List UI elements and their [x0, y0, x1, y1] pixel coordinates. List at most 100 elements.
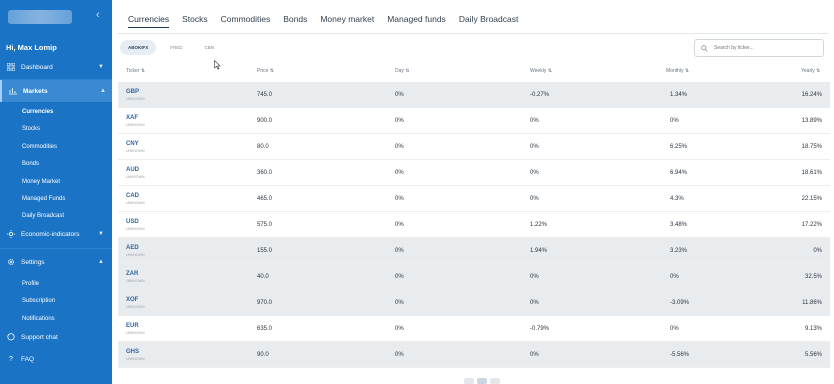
- sidebar-item-label: FAQ: [21, 355, 35, 363]
- search-field[interactable]: [694, 39, 824, 57]
- ticker-cell[interactable]: AED: [126, 245, 139, 251]
- sidebar-subitem-daily-broadcast[interactable]: Daily Broadcast: [22, 213, 64, 219]
- tabs-divider: [118, 33, 828, 34]
- tab-stocks[interactable]: Stocks: [182, 14, 208, 28]
- ticker-cell[interactable]: XOF: [126, 297, 138, 303]
- yearly-cell: 5.56%: [804, 352, 822, 358]
- ticker-cell[interactable]: GHS: [126, 349, 139, 355]
- table-row[interactable]: XAF UNKNOWN 900.0 0% 0% 0% 13.89%: [118, 108, 830, 134]
- column-header-ticker[interactable]: Ticker ⇅: [126, 68, 145, 74]
- sidebar-item-markets[interactable]: Markets ▲: [0, 80, 114, 102]
- column-header-day[interactable]: Day ⇅: [395, 68, 410, 74]
- weekly-cell: 0%: [530, 274, 539, 280]
- sidebar-item-dashboard[interactable]: Dashboard ▼: [0, 56, 112, 78]
- ticker-cell[interactable]: EUR: [126, 323, 139, 329]
- app-logo[interactable]: [8, 10, 72, 24]
- sun-icon: [7, 230, 15, 238]
- sidebar-subitem-managed-funds[interactable]: Managed Funds: [22, 196, 65, 202]
- day-cell: 0%: [395, 352, 404, 358]
- table-row[interactable]: USD UNKNOWN 575.0 0% 1.22% 3.48% 17.22%: [118, 212, 830, 238]
- sidebar-item-economic-indicators[interactable]: Economic-indicators ▼: [0, 223, 112, 245]
- pagination-button[interactable]: [490, 378, 500, 384]
- table-row[interactable]: GHS UNKNOWN 90.0 0% 0% -5.56% 5.56%: [118, 342, 830, 368]
- pagination-button[interactable]: [464, 378, 474, 384]
- ticker-subtitle: UNKNOWN: [126, 331, 145, 335]
- search-input[interactable]: [712, 44, 816, 52]
- tab-currencies[interactable]: Currencies: [128, 14, 170, 28]
- tab-commodities[interactable]: Commodities: [221, 14, 271, 28]
- table-row[interactable]: XOF UNKNOWN 970.0 0% 0% -3.09% 11.86%: [118, 290, 830, 316]
- table-row[interactable]: GBP UNKNOWN 745.0 0% -0.27% 1.34% 16.24%: [118, 82, 830, 108]
- sidebar: ‹ Hi, Max Lomip Dashboard ▼ Markets ▲ Cu…: [0, 0, 114, 384]
- sidebar-item-faq[interactable]: ? FAQ: [0, 348, 112, 370]
- sidebar-subitem-bonds[interactable]: Bonds: [22, 161, 39, 167]
- chat-icon: [7, 333, 15, 341]
- table-row[interactable]: CNY UNKNOWN 80.0 0% 0% 6.25% 18.75%: [118, 134, 830, 160]
- day-cell: 0%: [395, 274, 404, 280]
- ticker-cell[interactable]: AUD: [126, 167, 139, 173]
- weekly-cell: 0%: [530, 170, 539, 176]
- price-cell: 635.0: [257, 326, 273, 332]
- column-header-monthly[interactable]: Monthly ⇅: [666, 68, 689, 74]
- day-cell: 0%: [395, 144, 404, 150]
- sidebar-subitem-profile[interactable]: Profile: [22, 281, 39, 287]
- tab-managed-funds[interactable]: Managed funds: [387, 14, 446, 28]
- weekly-cell: 0%: [530, 196, 539, 202]
- monthly-cell: 0%: [670, 274, 679, 280]
- monthly-cell: 4.3%: [670, 196, 684, 202]
- table-row[interactable]: ZAR UNKNOWN 40.0 0% 0% 0% 32.5%: [118, 264, 830, 290]
- ticker-subtitle: UNKNOWN: [126, 357, 145, 361]
- column-header-yearly[interactable]: Yearly ⇅: [801, 68, 820, 74]
- price-cell: 575.0: [257, 222, 273, 228]
- collapse-sidebar-icon[interactable]: ‹: [96, 9, 100, 21]
- table-row[interactable]: AUD UNKNOWN 360.0 0% 0% 6.94% 18.61%: [118, 160, 830, 186]
- ticker-cell[interactable]: USD: [126, 219, 139, 225]
- ticker-subtitle: UNKNOWN: [126, 305, 145, 309]
- source-abokifx[interactable]: ABOKIFX: [120, 40, 157, 55]
- day-cell: 0%: [395, 170, 404, 176]
- table-row[interactable]: AED UNKNOWN 155.0 0% 1.94% 3.23% 0%: [118, 238, 830, 264]
- column-header-weekly[interactable]: Weekly ⇅: [530, 68, 552, 74]
- sidebar-item-label: Support chat: [21, 333, 58, 341]
- day-cell: 0%: [395, 248, 404, 254]
- tab-money-market[interactable]: Money market: [320, 14, 374, 28]
- ticker-cell[interactable]: GBP: [126, 89, 139, 95]
- pagination-button-active[interactable]: [477, 378, 487, 384]
- sidebar-item-label: Economic-indicators: [21, 230, 80, 238]
- table-row[interactable]: EUR UNKNOWN 635.0 0% -0.79% 0% 9.13%: [118, 316, 830, 342]
- yearly-cell: 16.24%: [801, 92, 822, 98]
- sidebar-subitem-subscription[interactable]: Subscription: [22, 298, 55, 304]
- sidebar-subitem-commodities[interactable]: Commodities: [22, 144, 57, 150]
- sidebar-subitem-notifications[interactable]: Notifications: [22, 316, 55, 322]
- monthly-cell: 0%: [670, 326, 679, 332]
- ticker-cell[interactable]: XAF: [126, 115, 138, 121]
- tab-daily-broadcast[interactable]: Daily Broadcast: [459, 14, 519, 28]
- weekly-cell: 0%: [530, 118, 539, 124]
- sidebar-subitem-money-market[interactable]: Money Market: [22, 179, 60, 185]
- sidebar-subitem-currencies[interactable]: Currencies: [22, 109, 53, 115]
- tab-bonds[interactable]: Bonds: [283, 14, 307, 28]
- monthly-cell: 1.34%: [670, 92, 688, 98]
- ticker-cell[interactable]: CNY: [126, 141, 139, 147]
- day-cell: 0%: [395, 222, 404, 228]
- monthly-cell: -5.56%: [670, 352, 690, 358]
- sidebar-item-settings[interactable]: Settings ▲: [0, 251, 112, 273]
- chevron-up-icon: ▲: [100, 88, 106, 94]
- price-cell: 40.0: [257, 274, 269, 280]
- ticker-cell[interactable]: CAD: [126, 193, 139, 199]
- grid-icon: [7, 63, 15, 71]
- column-header-price[interactable]: Price ⇅: [257, 68, 274, 74]
- ticker-subtitle: UNKNOWN: [126, 123, 145, 127]
- ticker-cell[interactable]: ZAR: [126, 271, 138, 277]
- weekly-cell: 1.22%: [530, 222, 548, 228]
- sidebar-item-support-chat[interactable]: Support chat: [0, 326, 112, 348]
- yearly-cell: 0%: [813, 248, 822, 254]
- ticker-subtitle: UNKNOWN: [126, 227, 145, 231]
- sidebar-subitem-stocks[interactable]: Stocks: [22, 126, 40, 132]
- weekly-cell: 0%: [530, 300, 539, 306]
- source-fred[interactable]: FRED: [162, 41, 190, 54]
- yearly-cell: 22.15%: [801, 196, 822, 202]
- source-cbn[interactable]: CBN: [197, 41, 223, 54]
- table-row[interactable]: CAD UNKNOWN 465.0 0% 0% 4.3% 22.15%: [118, 186, 830, 212]
- weekly-cell: 0%: [530, 352, 539, 358]
